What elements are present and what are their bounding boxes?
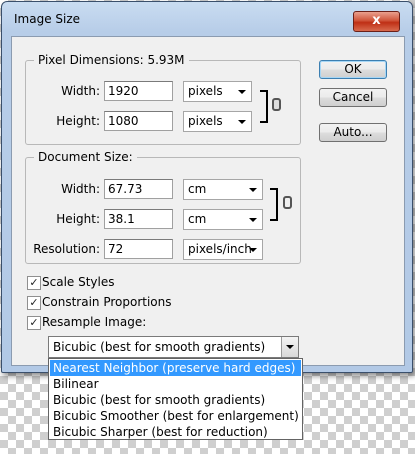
option-bicubic-smoother[interactable]: Bicubic Smoother (best for enlargement) (50, 408, 301, 424)
pixel-height-input[interactable]: 1080 (104, 111, 173, 131)
resample-dropdown-button[interactable] (281, 337, 298, 357)
checkmark-icon: ✓ (29, 276, 39, 289)
pixel-height-unit-select[interactable]: pixels (183, 111, 252, 132)
chevron-down-icon (249, 248, 257, 252)
auto-button[interactable]: Auto... (319, 123, 387, 142)
resample-selected-value: Bicubic (best for smooth gradients) (53, 340, 266, 354)
resolution-label: Resolution: (33, 242, 100, 256)
constrain-proportions-checkbox[interactable]: ✓ (27, 296, 41, 310)
pixel-width-input[interactable]: 1920 (104, 81, 173, 101)
chevron-down-icon (238, 120, 246, 124)
doc-width-input[interactable]: 67.73 (104, 179, 173, 199)
cancel-button[interactable]: Cancel (319, 88, 387, 107)
constrain-proportions-label: Constrain Proportions (42, 295, 172, 309)
doc-height-input[interactable]: 38.1 (104, 209, 173, 229)
resample-image-checkbox[interactable]: ✓ (27, 316, 41, 330)
checkmark-icon: ✓ (29, 316, 39, 329)
close-icon: x (372, 13, 381, 28)
link-chain-icon (272, 98, 281, 111)
doc-width-unit-select[interactable]: cm (183, 179, 263, 200)
doc-height-unit-select[interactable]: cm (183, 209, 263, 230)
pixel-link-bracket (260, 90, 268, 123)
link-chain-icon (283, 196, 292, 209)
option-bilinear[interactable]: Bilinear (50, 376, 301, 392)
resample-dropdown-list: Nearest Neighbor (preserve hard edges) B… (48, 358, 303, 440)
chevron-down-icon (286, 345, 294, 349)
pixel-dimensions-legend: Pixel Dimensions: 5.93M (38, 53, 185, 67)
scale-styles-checkbox[interactable]: ✓ (27, 276, 41, 290)
doc-height-unit-value: cm (188, 212, 207, 226)
doc-width-label: Width: (61, 182, 100, 196)
scale-styles-label: Scale Styles (42, 275, 115, 289)
resolution-input[interactable]: 72 (104, 239, 173, 259)
option-bicubic-sharper[interactable]: Bicubic Sharper (best for reduction) (50, 424, 301, 440)
pixel-height-label: Height: (56, 114, 100, 128)
resolution-unit-select[interactable]: pixels/inch (183, 239, 263, 260)
pixel-height-unit-value: pixels (188, 114, 223, 128)
option-bicubic[interactable]: Bicubic (best for smooth gradients) (50, 392, 301, 408)
document-link-bracket (270, 188, 278, 221)
document-size-legend: Document Size: (38, 150, 133, 164)
chevron-down-icon (249, 218, 257, 222)
pixel-width-label: Width: (61, 84, 100, 98)
resolution-unit-value: pixels/inch (188, 242, 252, 256)
option-nearest-neighbor[interactable]: Nearest Neighbor (preserve hard edges) (50, 360, 301, 376)
doc-width-unit-value: cm (188, 182, 207, 196)
pixel-width-unit-select[interactable]: pixels (183, 81, 252, 102)
resample-image-label: Resample Image: (42, 315, 147, 329)
ok-button[interactable]: OK (319, 60, 387, 79)
checkmark-icon: ✓ (29, 296, 39, 309)
doc-height-label: Height: (56, 212, 100, 226)
chevron-down-icon (249, 188, 257, 192)
window-title: Image Size (14, 12, 81, 26)
close-button[interactable]: x (353, 11, 400, 32)
resample-method-select[interactable]: Bicubic (best for smooth gradients) (48, 336, 299, 358)
pixel-width-unit-value: pixels (188, 84, 223, 98)
chevron-down-icon (238, 90, 246, 94)
